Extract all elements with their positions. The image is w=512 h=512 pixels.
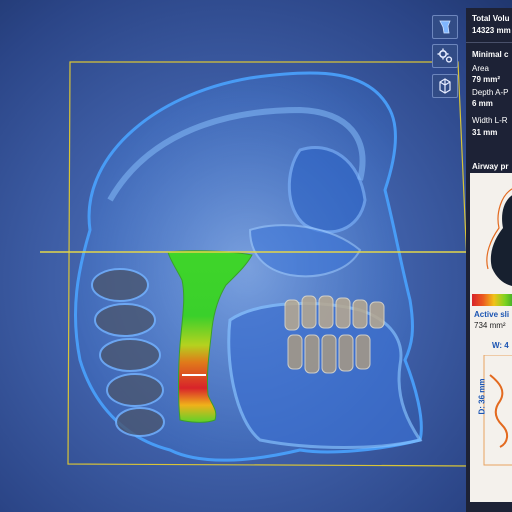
airway-profile-title: Airway pr [470, 160, 512, 173]
minimal-section-label: Minimal c [472, 50, 509, 59]
cbct-volume-render[interactable] [0, 0, 470, 512]
3d-viewport[interactable] [0, 0, 470, 512]
settings-icon[interactable] [432, 44, 458, 68]
airway-model-icon[interactable] [432, 15, 458, 39]
width-label: Width L-R [472, 116, 508, 125]
cross-section-plot [483, 355, 512, 466]
total-volume-label: Total Volu [472, 14, 510, 23]
depth-value: 6 mm [472, 99, 493, 108]
total-volume-value: 14323 mm [472, 26, 511, 35]
view-cube-icon[interactable] [432, 74, 458, 98]
cross-section-width-label: W: 4 [492, 341, 509, 350]
airway-profile-plot [486, 188, 512, 287]
area-label: Area [472, 64, 489, 73]
divider [466, 42, 512, 43]
airway-color-scale [472, 294, 512, 306]
airway-profile-panel[interactable]: Airway pr Active sli 734 mm² W: 4 D: 36 … [470, 160, 512, 502]
active-slice-label: Active sli [474, 310, 510, 319]
active-slice-value: 734 mm² [474, 321, 506, 330]
area-value: 79 mm² [472, 75, 501, 84]
depth-label: Depth A-P [472, 88, 509, 97]
measurements-panel: Total Volu 14323 mm Minimal c Area 79 mm… [466, 8, 512, 512]
cross-section-depth-label: D: 36 mm [477, 378, 487, 415]
width-value: 31 mm [472, 128, 498, 137]
